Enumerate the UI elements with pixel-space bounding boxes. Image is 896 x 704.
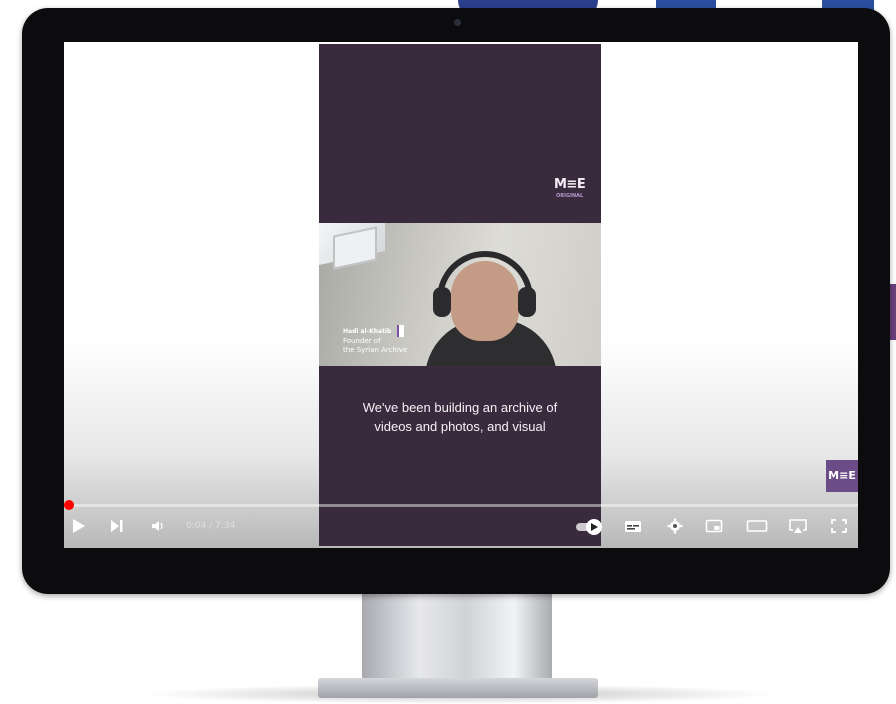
subtitles-icon[interactable] bbox=[624, 518, 642, 534]
speaker-title-2: the Syrian Archive bbox=[343, 346, 408, 354]
airplay-icon[interactable] bbox=[788, 518, 808, 534]
logo-main-text: M≡E bbox=[554, 177, 586, 192]
autoplay-play-glyph bbox=[591, 523, 598, 531]
interview-frame: Hadi al-Khatib Founder of the Syrian Arc… bbox=[319, 223, 601, 366]
webcam-icon bbox=[454, 19, 461, 26]
lower-third-bar bbox=[397, 325, 405, 337]
logo-sub-text: ORIGINAL bbox=[556, 193, 584, 199]
speaker-name: Hadi al-Khatib bbox=[343, 328, 392, 335]
channel-watermark[interactable]: M≡E bbox=[826, 460, 858, 492]
theater-mode-icon[interactable] bbox=[746, 518, 768, 534]
screen: M≡E ORIGINAL Hadi al-Khatib Founder of t… bbox=[64, 42, 858, 548]
play-icon[interactable] bbox=[72, 518, 86, 534]
video-frame[interactable]: M≡E ORIGINAL Hadi al-Khatib Founder of t… bbox=[319, 44, 601, 546]
mee-original-logo: M≡E ORIGINAL bbox=[554, 177, 586, 200]
lower-third: Hadi al-Khatib Founder of the Syrian Arc… bbox=[343, 325, 407, 355]
monitor-stand-base bbox=[318, 678, 598, 698]
miniplayer-icon[interactable] bbox=[705, 518, 723, 534]
speaker-title-1: Founder of bbox=[343, 337, 381, 345]
volume-icon[interactable] bbox=[151, 518, 165, 534]
headphone-right-cup bbox=[518, 287, 536, 317]
caption-line-1: We've been building an archive of bbox=[362, 400, 558, 415]
progress-scrubber[interactable] bbox=[64, 500, 74, 510]
monitor-stand-neck bbox=[362, 594, 552, 682]
progress-bar[interactable] bbox=[68, 504, 858, 507]
fullscreen-icon[interactable] bbox=[830, 518, 848, 534]
time-display: 0:04 / 7:34 bbox=[186, 521, 236, 531]
video-caption: We've been building an archive of videos… bbox=[319, 398, 601, 436]
headphone-left-cup bbox=[433, 287, 451, 317]
next-icon[interactable] bbox=[110, 518, 124, 534]
caption-line-2: videos and photos, and visual bbox=[374, 419, 546, 434]
player-controls: 0:04 / 7:34 bbox=[64, 500, 858, 548]
settings-icon[interactable] bbox=[667, 518, 683, 534]
